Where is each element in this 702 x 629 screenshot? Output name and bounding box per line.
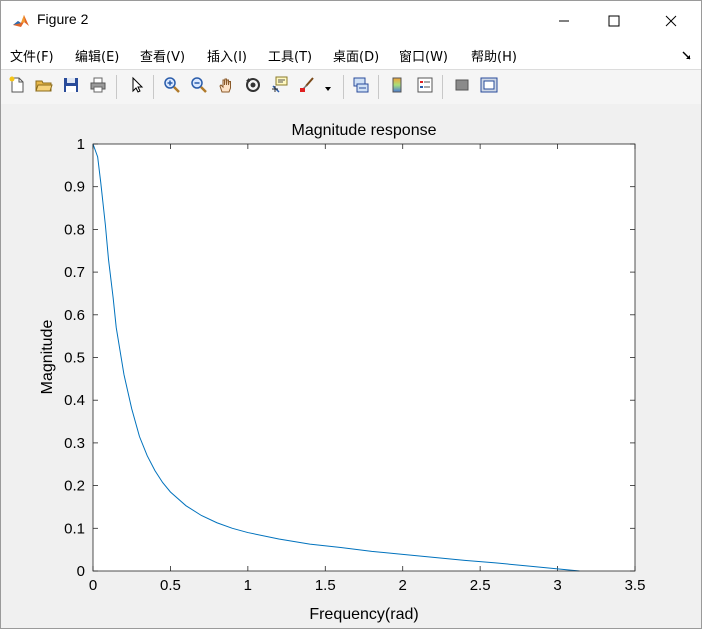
y-axis-label: Magnitude (39, 320, 56, 395)
toolbar-separator (343, 75, 344, 99)
pan-button[interactable] (214, 75, 238, 99)
dock-arrow-icon[interactable] (681, 47, 693, 60)
window-title: Figure 2 (37, 11, 89, 27)
link-plot-button[interactable] (349, 75, 373, 99)
colorbar-button[interactable] (385, 75, 409, 99)
y-tick-label: 0.1 (64, 520, 85, 537)
zoom-out-button[interactable] (187, 75, 211, 99)
x-tick-label: 0.5 (160, 577, 181, 594)
menu-file[interactable]: 文件(F) (10, 46, 54, 65)
pan-hand-icon (217, 76, 235, 98)
show-plot-tools-button[interactable] (477, 75, 501, 99)
y-tick-label: 1 (77, 136, 85, 153)
menu-view[interactable]: 查看(V) (140, 46, 185, 65)
legend-icon (416, 76, 434, 98)
x-axis-label: Frequency(rad) (309, 606, 418, 623)
zoom-in-button[interactable] (160, 75, 184, 99)
print-button[interactable] (86, 75, 110, 99)
zoom-out-icon (190, 76, 208, 98)
x-tick-label: 1 (244, 577, 252, 594)
open-file-icon (35, 76, 53, 98)
y-tick-label: 0.8 (64, 221, 85, 238)
y-tick-label: 0.6 (64, 307, 85, 324)
close-icon (665, 15, 677, 27)
select-arrow-icon (128, 76, 146, 98)
brush-icon (298, 76, 316, 98)
data-cursor-icon (271, 76, 289, 98)
toolbar-separator (153, 75, 154, 99)
x-tick-label: 3 (553, 577, 561, 594)
maximize-button[interactable] (591, 1, 637, 41)
save-icon (62, 76, 80, 98)
hide-plot-tools-icon (453, 76, 471, 98)
y-tick-label: 0.5 (64, 350, 85, 367)
y-tick-label: 0 (77, 563, 85, 580)
print-icon (89, 76, 107, 98)
menu-insert[interactable]: 插入(I) (207, 46, 247, 65)
link-plot-icon (352, 76, 370, 98)
menu-edit[interactable]: 编辑(E) (75, 46, 119, 65)
menu-help[interactable]: 帮助(H) (471, 46, 517, 65)
save-button[interactable] (59, 75, 83, 99)
matlab-logo-icon (12, 12, 30, 30)
minimize-button[interactable] (541, 1, 587, 41)
y-tick-label: 0.4 (64, 392, 85, 409)
y-tick-label: 0.9 (64, 179, 85, 196)
x-tick-label: 3.5 (625, 577, 646, 594)
legend-button[interactable] (413, 75, 437, 99)
rotate-3d-icon (244, 76, 262, 98)
select-arrow-button[interactable] (125, 75, 149, 99)
x-tick-label: 2 (399, 577, 407, 594)
maximize-icon (608, 15, 620, 27)
colorbar-icon (388, 76, 406, 98)
y-tick-label: 0.3 (64, 435, 85, 452)
new-figure-button[interactable] (5, 75, 29, 99)
chart-title: Magnitude response (292, 122, 437, 139)
new-figure-icon (8, 76, 26, 98)
menu-bar: 文件(F) 编辑(E) 查看(V) 插入(I) 工具(T) 桌面(D) 窗口(W… (1, 41, 701, 69)
figure-canvas: 0 0.5 1 1.5 2 2.5 3 3.5 0 0.1 0.2 0.3 0.4 0.5 0.6 0.7 0.… (1, 104, 701, 628)
rotate-3d-button[interactable] (241, 75, 265, 99)
menu-tools[interactable]: 工具(T) (268, 46, 312, 65)
figure-window: Figure 2 文件(F) 编辑(E) 查看(V) 插入(I) 工具(T) 桌… (0, 0, 702, 629)
menu-desktop[interactable]: 桌面(D) (333, 46, 379, 65)
y-tick-label: 0.2 (64, 478, 85, 495)
close-button[interactable] (648, 1, 694, 41)
open-file-button[interactable] (32, 75, 56, 99)
brush-dropdown-icon (324, 78, 332, 97)
zoom-in-icon (163, 76, 181, 98)
y-tick-label: 0.7 (64, 264, 85, 281)
x-tick-label: 0 (89, 577, 97, 594)
x-tick-label: 2.5 (470, 577, 491, 594)
brush-dropdown-button[interactable] (321, 75, 335, 99)
show-plot-tools-icon (480, 76, 498, 98)
magnitude-chart[interactable]: 0 0.5 1 1.5 2 2.5 3 3.5 0 0.1 0.2 0.3 0.4 0.5 0.6 0.7 0.… (1, 104, 701, 628)
axes-background (93, 144, 635, 571)
minimize-icon (558, 15, 570, 27)
toolbar-separator (442, 75, 443, 99)
brush-button[interactable] (295, 75, 319, 99)
menu-window[interactable]: 窗口(W) (399, 46, 448, 65)
toolbar-separator (116, 75, 117, 99)
data-cursor-button[interactable] (268, 75, 292, 99)
hide-plot-tools-button[interactable] (450, 75, 474, 99)
toolbar-separator (378, 75, 379, 99)
x-tick-label: 1.5 (315, 577, 336, 594)
title-bar[interactable]: Figure 2 (1, 1, 701, 41)
figure-toolbar (1, 69, 701, 105)
